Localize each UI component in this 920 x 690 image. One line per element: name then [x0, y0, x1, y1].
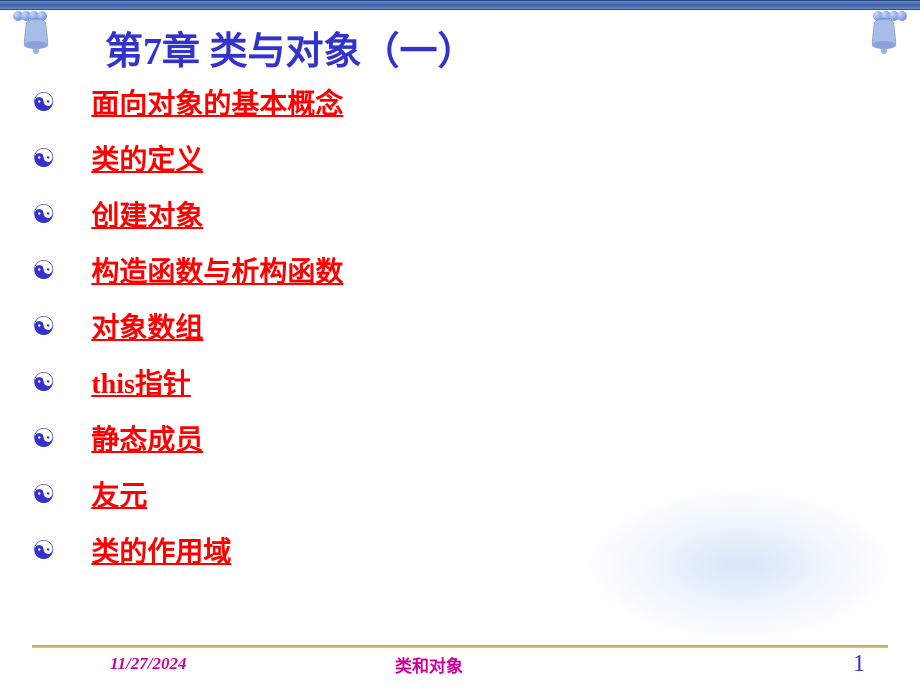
bell-icon: [18, 15, 54, 55]
footer-title: 类和对象: [395, 652, 463, 677]
topic-list: ☯ 面向对象的基本概念 ☯ 类的定义 ☯ 创建对象 ☯ 构造函数与析构函数 ☯ …: [32, 82, 343, 586]
footer-page-number: 1: [853, 651, 865, 678]
topic-link[interactable]: 构造函数与析构函数: [91, 250, 343, 290]
list-item: ☯ 类的定义: [32, 138, 343, 178]
list-item: ☯ 面向对象的基本概念: [32, 82, 343, 122]
yinyang-icon: ☯: [32, 87, 55, 118]
topic-link[interactable]: 友元: [91, 474, 147, 514]
topic-link[interactable]: 类的作用域: [91, 530, 231, 570]
yinyang-icon: ☯: [32, 311, 55, 342]
corner-ornament-right: [860, 0, 920, 70]
list-item: ☯ this指针: [32, 362, 343, 402]
bell-icon: [866, 15, 902, 55]
footer-date: 11/27/2024: [110, 654, 187, 674]
list-item: ☯ 类的作用域: [32, 530, 343, 570]
background-watermark: [590, 490, 890, 640]
topic-link[interactable]: 静态成员: [91, 418, 203, 458]
topic-link[interactable]: 创建对象: [91, 194, 203, 234]
yinyang-icon: ☯: [32, 479, 55, 510]
list-item: ☯ 静态成员: [32, 418, 343, 458]
topic-link[interactable]: 类的定义: [91, 138, 203, 178]
yinyang-icon: ☯: [32, 423, 55, 454]
topic-link[interactable]: this指针: [91, 362, 191, 402]
list-item: ☯ 对象数组: [32, 306, 343, 346]
slide-title: 第7章 类与对象（一）: [105, 20, 476, 75]
footer-divider: [32, 645, 888, 648]
list-item: ☯ 构造函数与析构函数: [32, 250, 343, 290]
topic-link[interactable]: 对象数组: [91, 306, 203, 346]
yinyang-icon: ☯: [32, 143, 55, 174]
list-item: ☯ 友元: [32, 474, 343, 514]
yinyang-icon: ☯: [32, 255, 55, 286]
corner-ornament-left: [0, 0, 60, 70]
yinyang-icon: ☯: [32, 535, 55, 566]
yinyang-icon: ☯: [32, 199, 55, 230]
footer: 11/27/2024 类和对象 1: [0, 650, 920, 678]
yinyang-icon: ☯: [32, 367, 55, 398]
top-border-bar: [0, 0, 920, 10]
topic-link[interactable]: 面向对象的基本概念: [91, 82, 343, 122]
list-item: ☯ 创建对象: [32, 194, 343, 234]
